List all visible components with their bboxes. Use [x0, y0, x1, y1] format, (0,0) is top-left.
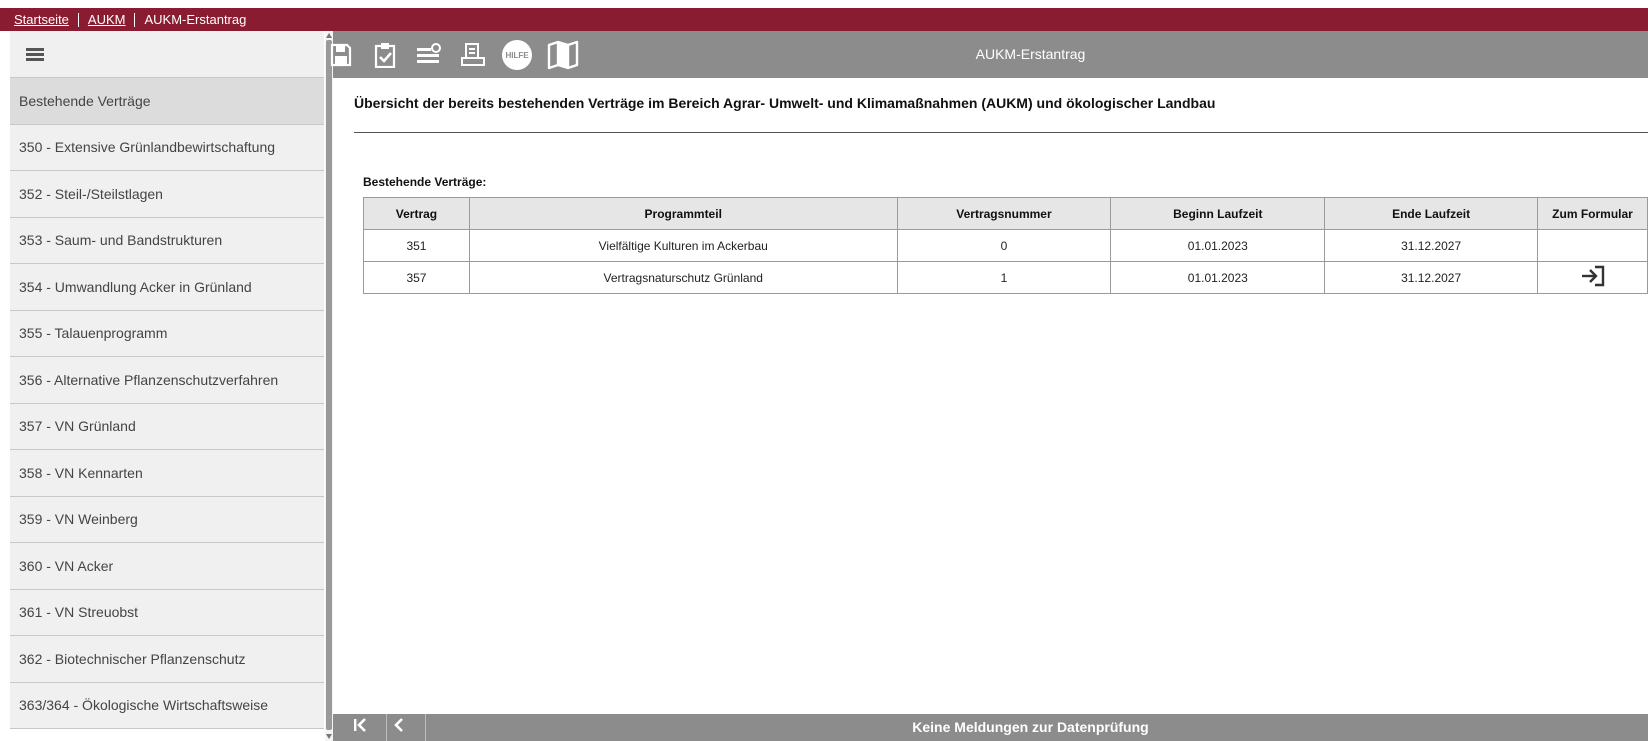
cell-programmteil: Vertragsnaturschutz Grünland: [468, 261, 898, 294]
sidebar-item-360[interactable]: 360 - VN Acker: [10, 543, 324, 590]
sidebar-item-359[interactable]: 359 - VN Weinberg: [10, 496, 324, 543]
sidebar-nav: Bestehende Verträge 350 - Extensive Grün…: [10, 78, 324, 729]
breadcrumb-separator: [77, 12, 79, 27]
footer-bar: Keine Meldungen zur Datenprüfung: [333, 714, 1648, 741]
sidebar-item-355[interactable]: 355 - Talauenprogramm: [10, 310, 324, 357]
cell-vertrag: 351: [363, 229, 470, 262]
sidebar-item-363-364[interactable]: 363/364 - Ökologische Wirtschaftsweise: [10, 682, 324, 729]
sidebar: Bestehende Verträge 350 - Extensive Grün…: [0, 31, 333, 741]
list-settings-icon[interactable]: [415, 41, 443, 69]
cell-beginn: 01.01.2023: [1110, 261, 1326, 294]
scroll-up-icon[interactable]: [326, 33, 332, 38]
breadcrumb-separator: [134, 12, 136, 27]
sidebar-item-361[interactable]: 361 - VN Streuobst: [10, 589, 324, 636]
cell-vertrag: 357: [363, 261, 470, 294]
cell-vertragsnummer: 0: [896, 229, 1112, 262]
cell-formular: [1537, 229, 1648, 262]
help-icon[interactable]: HILFE: [501, 39, 533, 71]
column-header-beginn: Beginn Laufzeit: [1110, 197, 1326, 230]
sidebar-item-357[interactable]: 357 - VN Grünland: [10, 403, 324, 450]
cell-programmteil: Vielfältige Kulturen im Ackerbau: [468, 229, 898, 262]
sidebar-item-352[interactable]: 352 - Steil-/Steilstlagen: [10, 171, 324, 218]
cell-vertragsnummer: 1: [896, 261, 1112, 294]
contracts-table: Vertrag Programmteil Vertragsnummer Begi…: [363, 197, 1648, 294]
previous-button[interactable]: [372, 714, 426, 741]
sidebar-item-358[interactable]: 358 - VN Kennarten: [10, 450, 324, 497]
scroll-down-icon[interactable]: [326, 734, 332, 739]
table-row: 351 Vielfältige Kulturen im Ackerbau 0 0…: [363, 229, 1648, 262]
first-page-icon: [353, 718, 367, 737]
breadcrumb-current: AUKM-Erstantrag: [144, 12, 247, 27]
map-icon[interactable]: [546, 39, 580, 71]
sidebar-item-bestehende-vertraege[interactable]: Bestehende Verträge: [10, 78, 324, 125]
breadcrumb-link-startseite[interactable]: Startseite: [14, 12, 69, 27]
column-header-programmteil: Programmteil: [468, 197, 898, 230]
scrollbar-thumb[interactable]: [326, 40, 332, 730]
sidebar-item-353[interactable]: 353 - Saum- und Bandstrukturen: [10, 217, 324, 264]
cell-ende: 31.12.2027: [1324, 261, 1539, 294]
menu-icon[interactable]: [26, 48, 44, 61]
previous-icon: [393, 718, 405, 737]
cell-beginn: 01.01.2023: [1110, 229, 1326, 262]
sidebar-item-350[interactable]: 350 - Extensive Grünlandbewirtschaftung: [10, 124, 324, 171]
sidebar-item-356[interactable]: 356 - Alternative Pflanzenschutzverfahre…: [10, 357, 324, 404]
sidebar-item-354[interactable]: 354 - Umwandlung Acker in Grünland: [10, 264, 324, 311]
cell-formular: [1537, 261, 1648, 294]
table-caption: Bestehende Verträge:: [363, 175, 487, 189]
column-header-vertrag: Vertrag: [363, 197, 470, 230]
table-header-row: Vertrag Programmteil Vertragsnummer Begi…: [363, 197, 1648, 230]
sidebar-scrollbar[interactable]: [325, 31, 333, 741]
table-row: 357 Vertragsnaturschutz Grünland 1 01.01…: [363, 261, 1648, 294]
print-icon[interactable]: [459, 41, 487, 69]
column-header-ende: Ende Laufzeit: [1324, 197, 1539, 230]
column-header-vertragsnummer: Vertragsnummer: [896, 197, 1112, 230]
page-title: Übersicht der bereits bestehenden Verträ…: [354, 95, 1216, 111]
breadcrumb-link-aukm[interactable]: AUKM: [88, 12, 126, 27]
help-label: HILFE: [502, 40, 532, 70]
breadcrumb: Startseite AUKM AUKM-Erstantrag: [0, 8, 1648, 31]
toolbar: AUKM-Erstantrag HILFE: [330, 31, 1648, 78]
sidebar-item-362[interactable]: 362 - Biotechnischer Pflanzenschutz: [10, 636, 324, 683]
save-icon[interactable]: [327, 41, 355, 69]
cell-ende: 31.12.2027: [1324, 229, 1539, 262]
sidebar-header: [10, 31, 324, 78]
main-content: Übersicht der bereits bestehenden Verträ…: [333, 78, 1648, 714]
clipboard-check-icon[interactable]: [371, 41, 399, 69]
validation-status: Keine Meldungen zur Datenprüfung: [912, 719, 1149, 735]
divider: [354, 132, 1648, 133]
column-header-zum-formular: Zum Formular: [1537, 197, 1648, 230]
open-form-icon[interactable]: [1580, 265, 1606, 290]
